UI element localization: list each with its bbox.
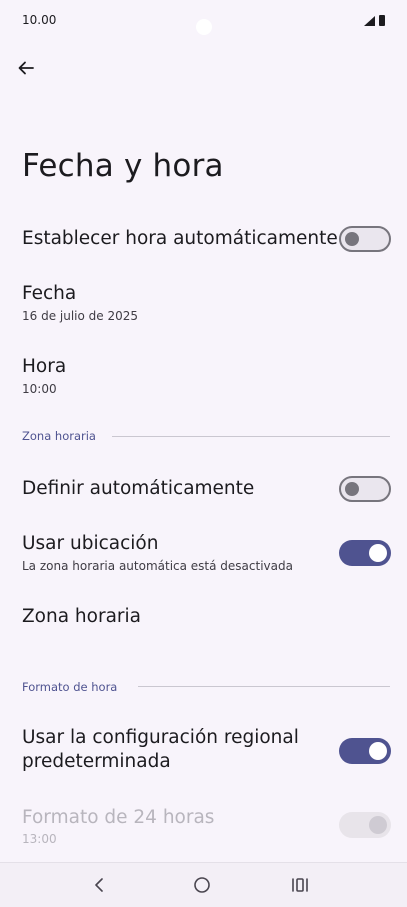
format-24h-setting: Formato de 24 horas 13:00 xyxy=(0,804,407,850)
auto-time-setting[interactable]: Establecer hora automáticamente xyxy=(0,216,407,262)
chevron-left-icon xyxy=(95,878,103,892)
auto-time-switch[interactable] xyxy=(339,226,391,252)
switch-knob xyxy=(369,742,387,760)
auto-zone-label: Definir automáticamente xyxy=(22,478,255,499)
switch-knob xyxy=(369,544,387,562)
nav-recents-button[interactable] xyxy=(286,871,314,899)
back-button[interactable] xyxy=(10,52,42,84)
section-divider xyxy=(138,686,390,687)
auto-zone-setting[interactable]: Definir automáticamente xyxy=(0,466,407,512)
section-header-time-format: Formato de hora xyxy=(22,680,118,694)
signal-icon xyxy=(364,16,375,26)
circle-home-icon xyxy=(194,877,210,893)
format-24h-value: 13:00 xyxy=(22,832,57,846)
switch-knob xyxy=(345,232,359,246)
switch-knob xyxy=(345,482,359,496)
time-zone-setting[interactable]: Zona horaria xyxy=(0,598,407,640)
section-divider xyxy=(112,436,390,437)
navigation-bar xyxy=(0,862,407,907)
regional-default-switch[interactable] xyxy=(339,738,391,764)
status-icons xyxy=(364,14,385,26)
camera-cutout xyxy=(196,19,212,35)
section-header-time-zone: Zona horaria xyxy=(22,429,96,443)
status-bar: 10.00 xyxy=(0,0,407,40)
auto-time-label: Establecer hora automáticamente xyxy=(22,228,338,249)
use-location-switch[interactable] xyxy=(339,540,391,566)
time-zone-label: Zona horaria xyxy=(22,606,142,627)
recents-icon xyxy=(292,878,308,892)
auto-zone-switch[interactable] xyxy=(339,476,391,502)
format-24h-label: Formato de 24 horas xyxy=(22,807,215,828)
date-value: 16 de julio de 2025 xyxy=(22,309,139,323)
time-value: 10:00 xyxy=(22,382,57,396)
use-location-label: Usar ubicación xyxy=(22,533,159,554)
regional-default-setting[interactable]: Usar la configuración regional predeterm… xyxy=(0,724,407,778)
format-24h-switch xyxy=(339,812,391,838)
status-time: 10.00 xyxy=(22,13,57,27)
date-setting[interactable]: Fecha 16 de julio de 2025 xyxy=(0,278,407,330)
use-location-subtitle: La zona horaria automática está desactiv… xyxy=(22,559,293,573)
nav-home-button[interactable] xyxy=(188,871,216,899)
use-location-setting[interactable]: Usar ubicación La zona horaria automátic… xyxy=(0,530,407,580)
switch-knob xyxy=(369,816,387,834)
nav-back-button[interactable] xyxy=(86,871,114,899)
regional-default-label-line1: Usar la configuración regional xyxy=(22,727,299,748)
regional-default-label-line2: predeterminada xyxy=(22,751,171,772)
time-label: Hora xyxy=(22,356,67,377)
time-setting[interactable]: Hora 10:00 xyxy=(0,350,407,402)
arrow-left-icon xyxy=(18,61,34,75)
page-title: Fecha y hora xyxy=(22,148,224,184)
battery-icon xyxy=(379,15,385,26)
date-label: Fecha xyxy=(22,283,77,304)
